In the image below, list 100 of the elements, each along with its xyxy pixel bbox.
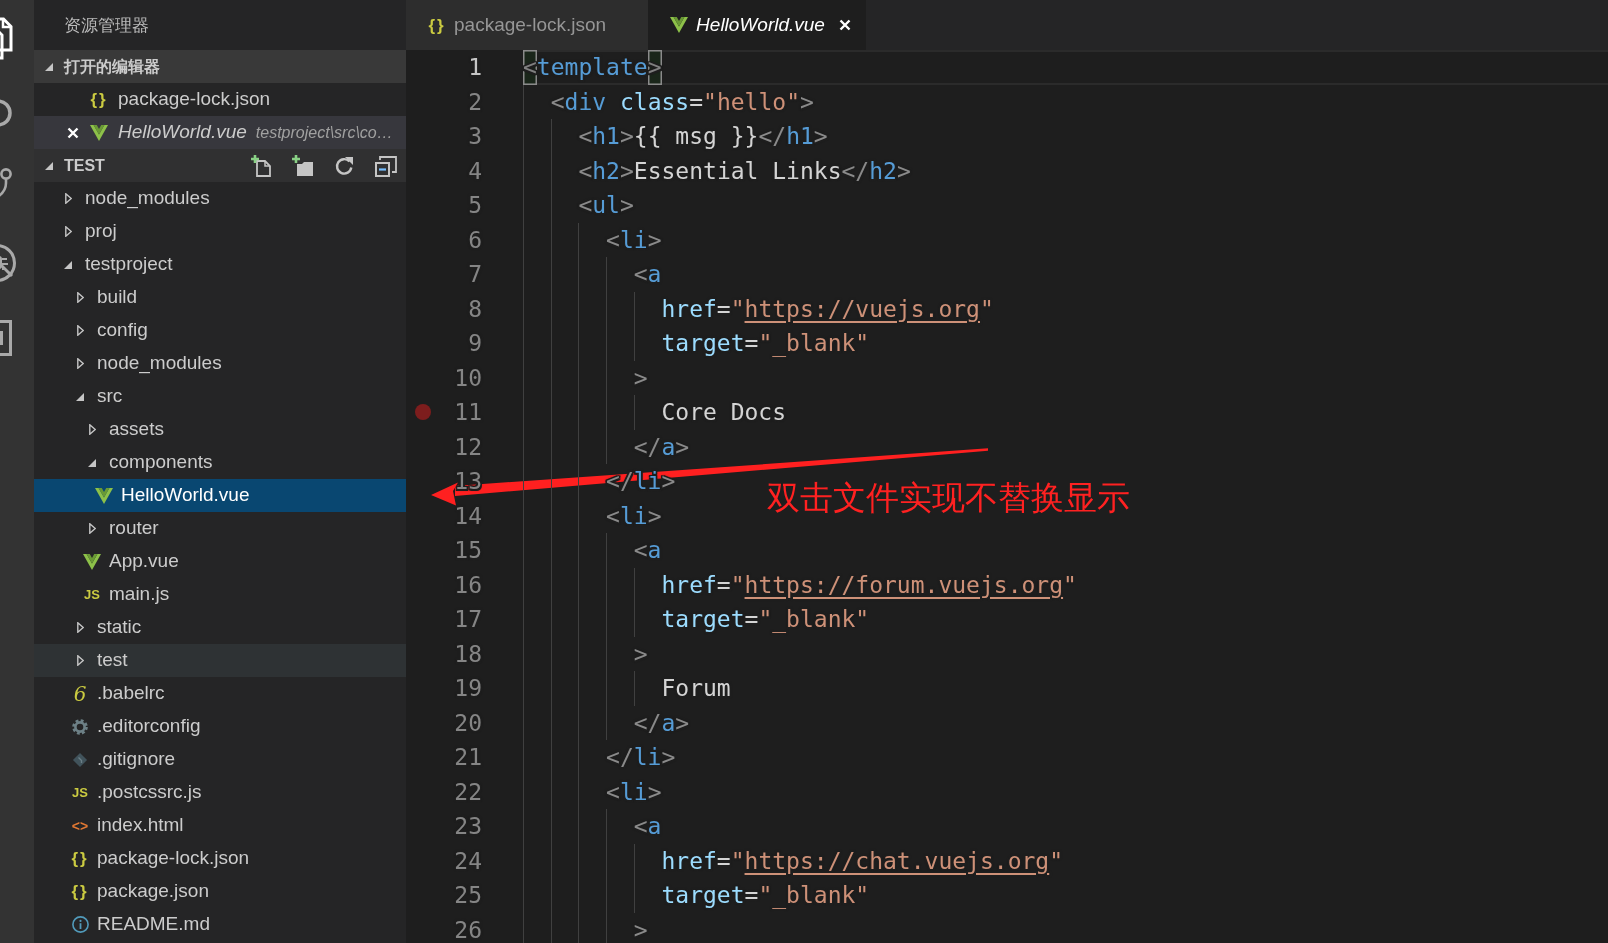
- folder-item[interactable]: test: [34, 644, 406, 677]
- folder-plus-icon[interactable]: [292, 154, 313, 177]
- line-number: 1: [467, 53, 482, 82]
- braces-icon: {}: [428, 16, 446, 34]
- folder-item[interactable]: assets: [34, 413, 406, 446]
- caret-down-icon[interactable]: [88, 458, 96, 467]
- line-number: 22: [453, 777, 482, 807]
- code-line: <li>: [606, 777, 662, 807]
- file-item[interactable]: <> index.html: [34, 809, 406, 842]
- caret-down-icon[interactable]: [45, 62, 53, 71]
- code-line: >: [633, 363, 648, 393]
- file-item[interactable]: {} package-lock.json: [34, 842, 406, 875]
- caret-right-icon[interactable]: [76, 325, 84, 336]
- line-number: 9: [467, 329, 482, 358]
- caret-right-icon[interactable]: [64, 226, 72, 237]
- folder-item[interactable]: testproject: [34, 248, 406, 281]
- bug-icon[interactable]: [0, 242, 16, 283]
- js-icon: JS: [84, 588, 100, 601]
- editor-tab[interactable]: HelloWorld.vue: [648, 0, 866, 50]
- gear-icon: [72, 718, 88, 735]
- file-item[interactable]: 6 .babelrc: [34, 677, 406, 710]
- file-item[interactable]: .editorconfig: [34, 710, 406, 743]
- chevrons-icon: <>: [71, 818, 89, 833]
- folder-item[interactable]: src: [34, 380, 406, 413]
- braces-icon: {}: [71, 850, 89, 867]
- code-line: </li>: [606, 743, 676, 772]
- v-logo-icon: [83, 553, 101, 570]
- editor-tab[interactable]: {} package-lock.json: [406, 0, 649, 50]
- sidebar-title: 资源管理器: [64, 14, 149, 36]
- code-line: <div class="hello">: [550, 87, 814, 117]
- line-number: 6: [467, 225, 482, 255]
- info-icon: [71, 916, 89, 933]
- folder-item[interactable]: router: [34, 512, 406, 545]
- folder-item[interactable]: config: [34, 314, 406, 347]
- caret-right-icon[interactable]: [88, 523, 96, 534]
- folder-item[interactable]: components: [34, 446, 406, 479]
- code-line: <li>: [606, 225, 662, 255]
- code-line: href="https://vuejs.org": [661, 294, 994, 324]
- braces-icon: {}: [71, 883, 89, 900]
- line-number: 23: [453, 812, 482, 841]
- file-plus-icon[interactable]: [251, 154, 271, 177]
- annotation-text: 双击文件实现不替换显示: [767, 477, 1130, 519]
- line-number: 21: [453, 743, 482, 772]
- file-item[interactable]: JS .postcssrc.js: [34, 776, 406, 809]
- v-logo-icon: [95, 487, 113, 504]
- folder-item[interactable]: build: [34, 281, 406, 314]
- code-line: Core Docs: [661, 398, 787, 427]
- folder-item[interactable]: node_modules: [34, 347, 406, 380]
- line-number: 8: [467, 294, 482, 324]
- code-line: >: [633, 915, 648, 943]
- caret-right-icon[interactable]: [76, 292, 84, 303]
- caret-down-icon[interactable]: [64, 260, 72, 269]
- folder-item[interactable]: static: [34, 611, 406, 644]
- code-line: target="_blank": [661, 329, 870, 359]
- caret-right-icon[interactable]: [88, 424, 96, 435]
- code-line: target="_blank": [661, 881, 870, 911]
- file-item[interactable]: HelloWorld.vue: [34, 479, 406, 512]
- line-number: 17: [453, 605, 482, 634]
- caret-right-icon[interactable]: [76, 358, 84, 369]
- documents-icon[interactable]: [0, 15, 13, 60]
- line-number: 26: [453, 915, 482, 943]
- caret-down-icon[interactable]: [45, 161, 53, 170]
- code-line: <li>: [606, 501, 662, 531]
- line-number: 11: [453, 398, 482, 427]
- caret-right-icon[interactable]: [76, 622, 84, 633]
- file-item[interactable]: .gitignore: [34, 743, 406, 776]
- line-number: 15: [453, 536, 482, 565]
- folder-item[interactable]: proj: [34, 215, 406, 248]
- open-editor-item[interactable]: {} package-lock.json: [34, 83, 406, 116]
- code-line: >: [633, 639, 648, 669]
- file-item[interactable]: JS main.js: [34, 578, 406, 611]
- file-item[interactable]: README.md: [34, 908, 406, 941]
- caret-right-icon[interactable]: [64, 193, 72, 204]
- file-item[interactable]: {} package.json: [34, 875, 406, 908]
- js-icon: JS: [72, 786, 88, 799]
- close-icon[interactable]: [838, 19, 851, 31]
- file-path: testproject\src\co…: [255, 122, 393, 143]
- section-header[interactable]: 打开的编辑器: [34, 50, 406, 83]
- code-line: <a: [633, 260, 662, 289]
- file-type-icon: 6: [73, 683, 87, 704]
- code-line: <ul>: [578, 191, 634, 220]
- blocks-icon[interactable]: [0, 319, 12, 356]
- braces-icon: {}: [90, 91, 108, 108]
- caret-right-icon[interactable]: [76, 655, 84, 666]
- code-line: <h1>{{ msg }}</h1>: [578, 122, 828, 151]
- v-logo-icon: [670, 17, 689, 33]
- open-editor-item[interactable]: HelloWorld.vue testproject\src\co…: [34, 116, 406, 149]
- refresh-icon[interactable]: [334, 155, 354, 176]
- search-icon[interactable]: [0, 98, 12, 127]
- line-number: 24: [453, 846, 482, 876]
- file-item[interactable]: App.vue: [34, 545, 406, 578]
- folder-item[interactable]: node_modules: [34, 182, 406, 215]
- line-number: 7: [467, 260, 482, 289]
- caret-down-icon[interactable]: [76, 392, 84, 401]
- stacked-boxes-icon[interactable]: [375, 154, 397, 177]
- line-number: 20: [453, 708, 482, 738]
- section-header[interactable]: TEST: [34, 149, 406, 182]
- line-number: 3: [467, 122, 482, 151]
- v-logo-icon: [90, 124, 108, 141]
- close-icon[interactable]: [67, 126, 79, 139]
